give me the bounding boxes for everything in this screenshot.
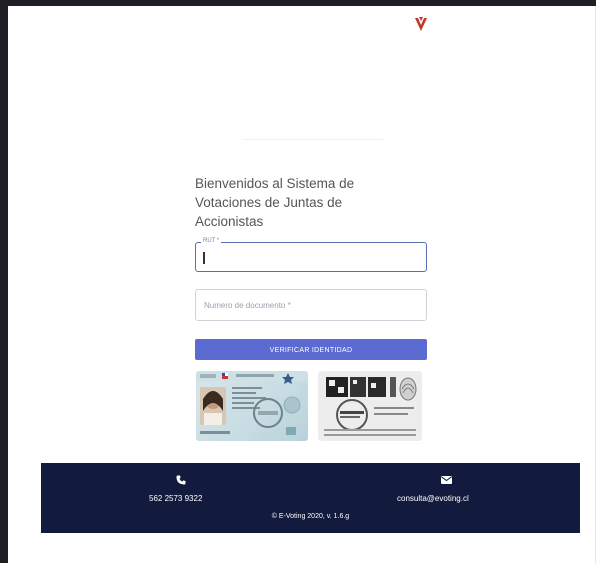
id-card-back-image (318, 371, 422, 441)
footer: 562 2573 9322 consulta@evoting.cl © E-Vo… (41, 463, 580, 533)
document-number-field[interactable] (195, 289, 427, 321)
divider (243, 139, 383, 140)
welcome-line-3: Accionistas (195, 214, 264, 229)
verify-identity-button[interactable]: VERIFICAR IDENTIDAD (195, 339, 427, 360)
id-card-back-illustration (318, 371, 422, 441)
evoting-logo-icon (415, 17, 427, 31)
phone-icon (176, 475, 186, 485)
footer-copyright: © E-Voting 2020, v. 1.6.g (271, 513, 350, 520)
id-card-front-illustration (196, 371, 308, 435)
text-cursor (203, 252, 205, 264)
welcome-line-2: Votaciones de Juntas de (195, 195, 343, 210)
document-number-input[interactable] (196, 290, 426, 320)
login-page: Bienvenidos al Sistema de Votaciones de … (8, 6, 596, 563)
welcome-line-1: Bienvenidos al Sistema de (195, 176, 355, 191)
rut-input[interactable] (196, 243, 426, 271)
footer-phone[interactable]: 562 2573 9322 (149, 494, 202, 503)
welcome-heading: Bienvenidos al Sistema de Votaciones de … (195, 174, 395, 231)
footer-email[interactable]: consulta@evoting.cl (397, 494, 469, 503)
mail-icon (441, 476, 452, 484)
id-card-front-image (196, 371, 308, 441)
rut-field[interactable]: RUT * (195, 237, 427, 272)
